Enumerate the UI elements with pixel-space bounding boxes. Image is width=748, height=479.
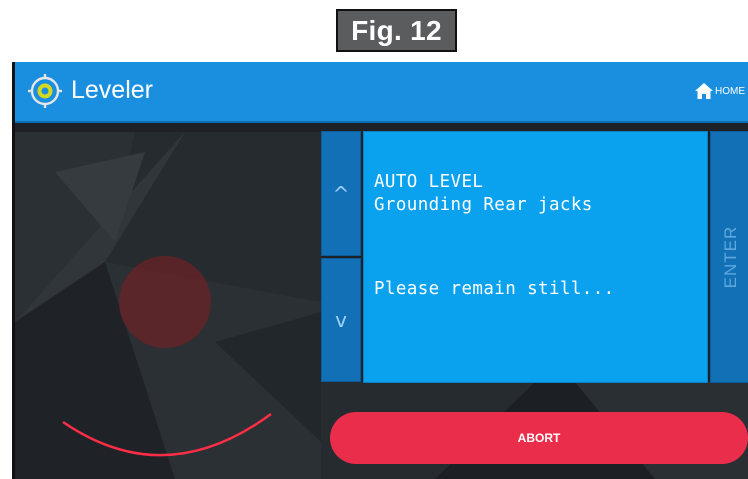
up-button[interactable]: ^	[321, 131, 361, 256]
device-screen: Leveler HOME ^ v AUTO LEVEL Grounding Re…	[12, 62, 748, 479]
title-bar: Leveler HOME	[15, 62, 748, 123]
display-instruction-text: Please remain still...	[374, 279, 615, 299]
chevron-down-icon: v	[335, 308, 347, 332]
figure-label: Fig. 12	[336, 9, 457, 52]
home-button[interactable]: HOME	[695, 80, 745, 102]
enter-button[interactable]: ENTER	[710, 131, 748, 383]
chevron-up-icon: ^	[332, 181, 350, 206]
target-icon	[28, 74, 62, 108]
message-display: AUTO LEVEL Grounding Rear jacks Please r…	[363, 131, 708, 383]
abort-button[interactable]: ABORT	[330, 412, 748, 464]
enter-label: ENTER	[720, 225, 740, 289]
app-title: Leveler	[71, 76, 153, 104]
level-bubble	[119, 256, 211, 348]
home-label: HOME	[715, 85, 745, 97]
display-status-text: Grounding Rear jacks	[374, 195, 593, 215]
display-mode-text: AUTO LEVEL	[374, 172, 484, 192]
home-icon	[695, 83, 713, 99]
down-button[interactable]: v	[321, 258, 361, 382]
